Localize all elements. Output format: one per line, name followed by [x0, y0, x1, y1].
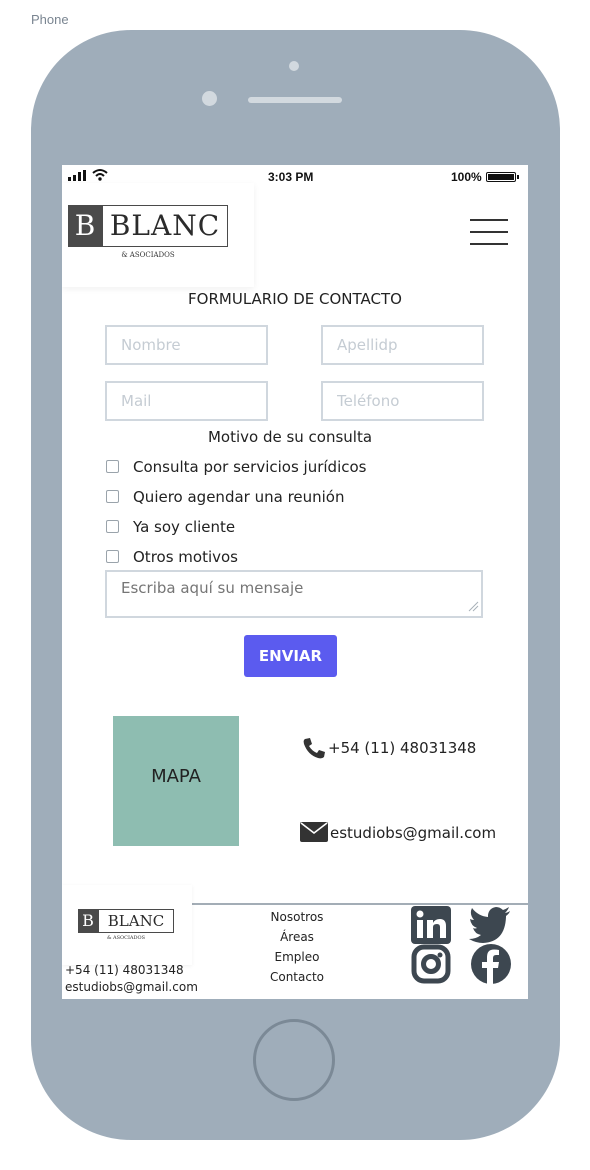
footer-link-contacto[interactable]: Contacto — [242, 967, 352, 987]
footer-email[interactable]: estudiobs@gmail.com — [65, 979, 198, 996]
instagram-icon[interactable] — [411, 944, 451, 984]
earpiece-speaker — [248, 97, 342, 103]
frame-label: Phone — [31, 12, 69, 27]
battery-icon — [486, 172, 519, 182]
front-camera — [202, 91, 217, 106]
mail-field[interactable] — [105, 381, 268, 421]
send-button[interactable]: ENVIAR — [244, 635, 337, 677]
wifi-icon — [92, 169, 108, 181]
logo-letter: B — [68, 205, 102, 247]
footer-nav: Nosotros Áreas Empleo Contacto — [242, 907, 352, 987]
message-textarea[interactable] — [105, 570, 483, 618]
checkbox[interactable] — [106, 490, 119, 503]
telefono-field[interactable] — [321, 381, 484, 421]
footer-logo-letter: B — [78, 909, 98, 933]
proximity-sensor — [289, 61, 299, 71]
checkbox[interactable] — [106, 550, 119, 563]
envelope-icon — [300, 822, 328, 842]
phone-screen: 3:03 PM 100% B BLANC & ASOCIADOS FORMULA… — [62, 165, 528, 999]
option-label: Ya soy cliente — [133, 518, 236, 536]
facebook-icon[interactable] — [471, 944, 511, 984]
home-button[interactable] — [253, 1019, 335, 1101]
apellido-field[interactable] — [321, 325, 484, 365]
status-time: 3:03 PM — [268, 170, 314, 184]
footer-logo-container: B BLANC & ASOCIADOS — [62, 885, 192, 965]
contact-phone-text: +54 (11) 48031348 — [328, 739, 477, 757]
footer-link-areas[interactable]: Áreas — [242, 927, 352, 947]
logo-subtitle: & ASOCIADOS — [121, 251, 175, 259]
contact-email-text: estudiobs@gmail.com — [330, 824, 497, 842]
phone-icon — [303, 738, 325, 759]
map-placeholder[interactable]: MAPA — [113, 716, 239, 846]
resize-handle-icon[interactable] — [467, 600, 479, 612]
battery-percent: 100% — [451, 170, 482, 184]
hamburger-icon[interactable] — [470, 218, 508, 246]
footer-logo[interactable]: B BLANC — [78, 909, 174, 933]
nombre-field[interactable] — [105, 325, 268, 365]
checkbox[interactable] — [106, 460, 119, 473]
footer-contact: +54 (11) 48031348 estudiobs@gmail.com — [65, 962, 198, 996]
footer-link-nosotros[interactable]: Nosotros — [242, 907, 352, 927]
form-title: FORMULARIO DE CONTACTO — [188, 290, 402, 308]
twitter-icon[interactable] — [469, 907, 511, 943]
option-label: Quiero agendar una reunión — [133, 488, 345, 506]
linkedin-icon[interactable] — [411, 906, 451, 944]
header-logo-container: B BLANC & ASOCIADOS — [62, 183, 254, 287]
signal-icon — [68, 170, 86, 181]
option-label: Consulta por servicios jurídicos — [133, 458, 367, 476]
option-label: Otros motivos — [133, 548, 238, 566]
checkbox[interactable] — [106, 520, 119, 533]
footer-link-empleo[interactable]: Empleo — [242, 947, 352, 967]
logo[interactable]: B BLANC — [68, 205, 228, 247]
footer-logo-subtitle: & ASOCIADOS — [106, 935, 146, 941]
footer-phone[interactable]: +54 (11) 48031348 — [65, 962, 198, 979]
logo-name: BLANC — [102, 205, 228, 247]
motivo-title: Motivo de su consulta — [207, 428, 373, 446]
footer-logo-name: BLANC — [98, 909, 174, 933]
